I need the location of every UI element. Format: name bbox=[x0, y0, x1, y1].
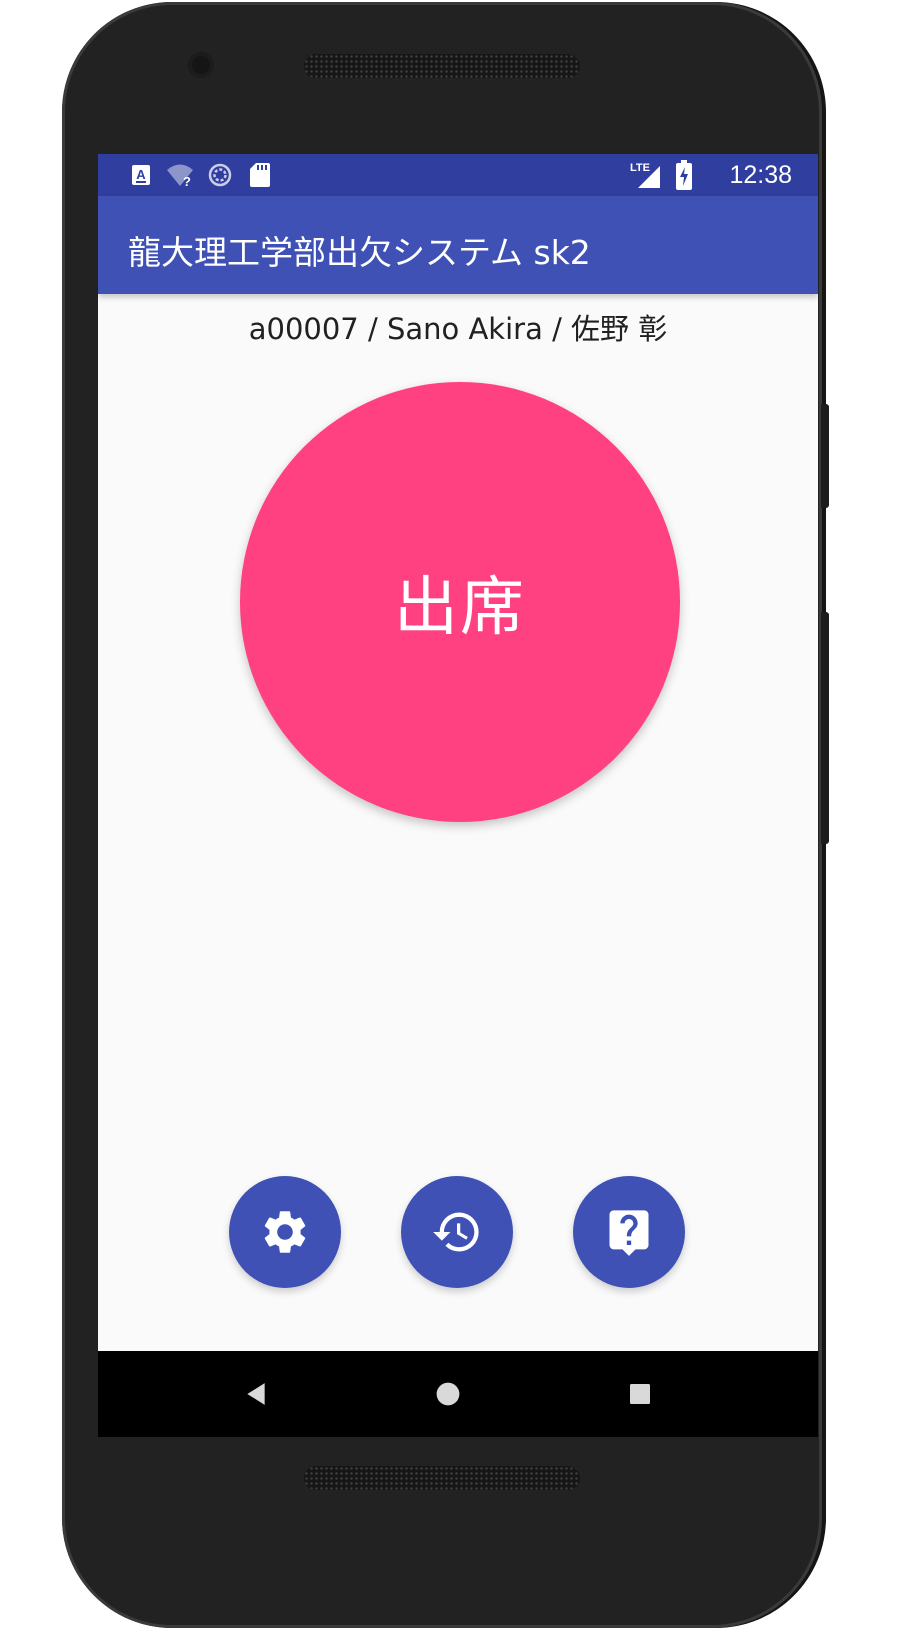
attend-button[interactable]: 出席 bbox=[240, 382, 680, 822]
gear-icon bbox=[264, 1211, 306, 1253]
app-title: 龍大理工学部出欠システム sk2 bbox=[128, 233, 591, 272]
user-info: a00007 / Sano Akira / 佐野 彰 bbox=[248, 312, 668, 346]
attend-button-label: 出席 bbox=[394, 571, 526, 645]
battery-charging-icon bbox=[676, 160, 692, 190]
network-label: LTE bbox=[630, 162, 650, 174]
sd-card-icon bbox=[250, 163, 270, 187]
sync-icon bbox=[208, 163, 232, 187]
home-icon bbox=[436, 1382, 460, 1406]
help-button[interactable] bbox=[573, 1176, 685, 1288]
recents-button[interactable] bbox=[590, 1351, 690, 1437]
top-speaker bbox=[304, 54, 580, 78]
svg-text:?: ? bbox=[183, 174, 191, 187]
svg-text:A: A bbox=[136, 167, 146, 182]
home-button[interactable] bbox=[398, 1351, 498, 1437]
bottom-speaker bbox=[304, 1466, 580, 1490]
settings-button[interactable] bbox=[229, 1176, 341, 1288]
front-camera bbox=[188, 52, 214, 78]
history-button[interactable] bbox=[401, 1176, 513, 1288]
recents-icon bbox=[630, 1384, 650, 1404]
app-bar: 龍大理工学部出欠システム sk2 bbox=[98, 196, 818, 294]
back-icon bbox=[247, 1383, 265, 1405]
help-icon bbox=[609, 1210, 649, 1256]
navigation-bar bbox=[98, 1351, 818, 1437]
volume-button bbox=[821, 404, 829, 508]
back-button[interactable] bbox=[206, 1351, 306, 1437]
status-bar: A ? LTE 12:38 bbox=[98, 154, 818, 196]
wifi-unknown-icon: ? bbox=[167, 164, 193, 187]
status-time: 12:38 bbox=[729, 161, 792, 189]
power-button bbox=[821, 612, 829, 844]
screen: A ? LTE 12:38 龍大理工学部出欠システム sk2 a00007 / … bbox=[98, 154, 818, 1437]
lte-signal-icon: LTE bbox=[630, 162, 660, 188]
text-notification-icon: A bbox=[132, 165, 150, 185]
history-icon bbox=[433, 1212, 479, 1252]
